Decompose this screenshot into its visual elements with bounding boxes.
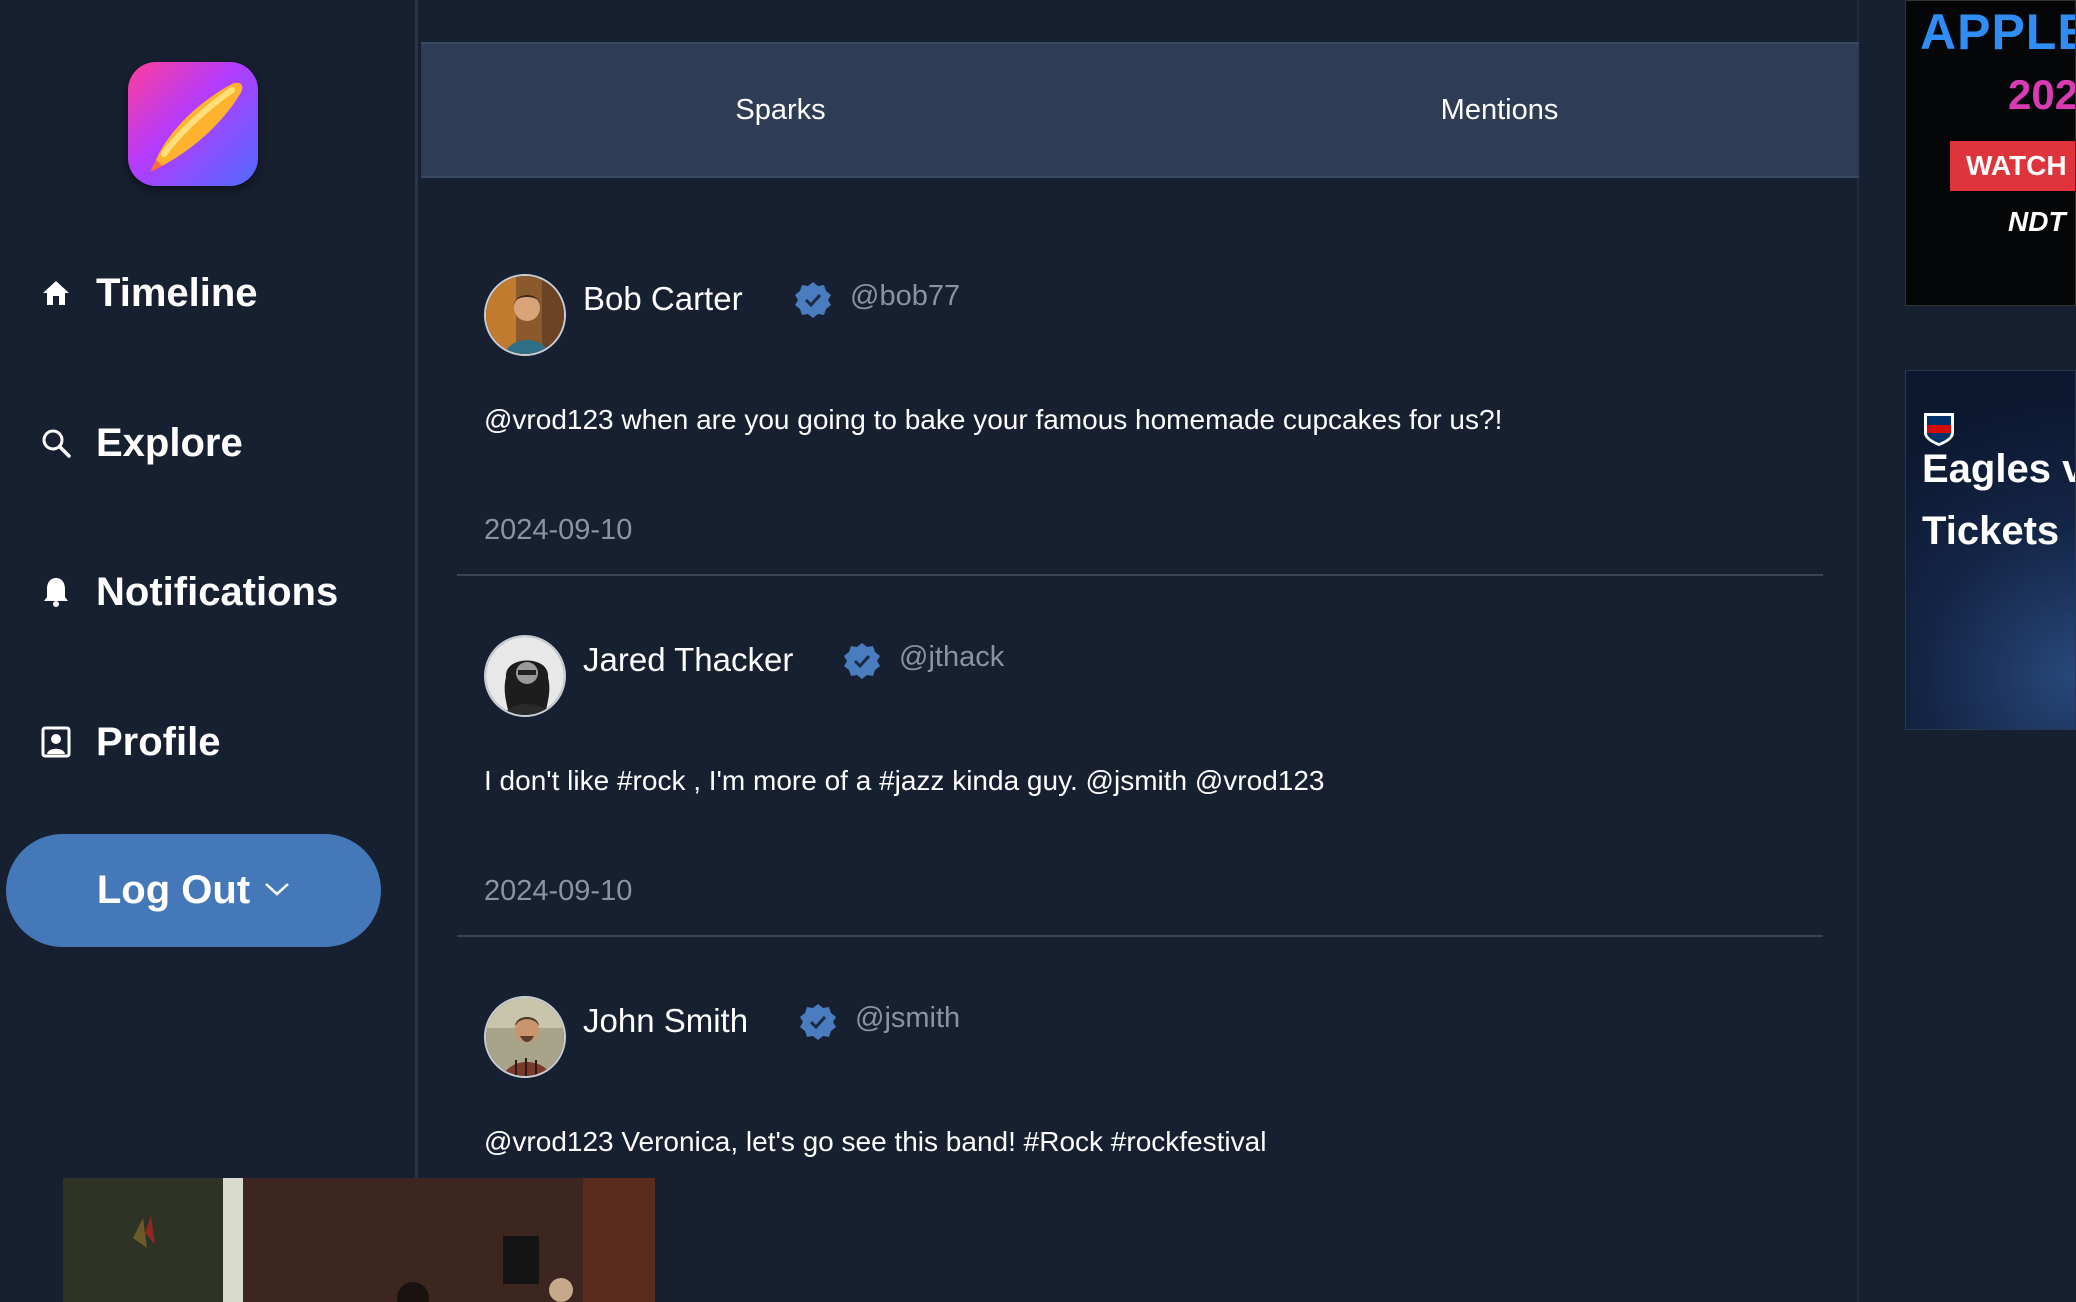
post-card[interactable]: Jared Thacker @jthack I don't like #rock…	[457, 575, 1823, 937]
feed-tabs: Sparks Mentions	[421, 42, 1859, 178]
logout-label: Log Out	[96, 868, 251, 912]
ad-watch-label: WATCH	[1966, 150, 2067, 181]
nav-profile[interactable]: Profile	[38, 707, 220, 777]
post-author-handle[interactable]: @bob77	[850, 280, 960, 313]
advertisement-banner[interactable]: Eagles v Tickets	[1905, 370, 2076, 730]
ad-brand-logo: NDT	[2008, 206, 2066, 237]
post-author-handle[interactable]: @jthack	[899, 641, 1004, 674]
nfl-logo-icon	[1922, 409, 1956, 447]
nav-notifications-label: Notifications	[96, 569, 339, 614]
chevron-down-icon	[264, 881, 290, 900]
sidebar: Timeline Explore Notifications Profile L…	[0, 0, 418, 1302]
ad-subheadline: 202	[2008, 71, 2076, 118]
ad-subheadline: Tickets	[1922, 509, 2060, 553]
post-card[interactable]: Bob Carter @bob77 @vrod123 when are you …	[457, 214, 1823, 576]
avatar[interactable]	[484, 635, 566, 717]
nav-profile-label: Profile	[96, 719, 221, 764]
nav-explore-label: Explore	[96, 420, 243, 465]
ad-headline: Eagles v	[1922, 447, 2076, 491]
post-text: I don't like #rock , I'm more of a #jazz…	[484, 765, 1325, 796]
ad-watch-button[interactable]: WATCH	[1950, 141, 2075, 191]
nav-timeline-label: Timeline	[96, 270, 258, 315]
avatar[interactable]	[484, 274, 566, 356]
bell-icon	[38, 574, 74, 610]
app-root: Timeline Explore Notifications Profile L…	[0, 0, 2076, 1302]
profile-icon	[38, 724, 74, 760]
avatar[interactable]	[484, 996, 566, 1078]
post-text: @vrod123 Veronica, let's go see this ban…	[484, 1126, 1267, 1157]
nav-explore[interactable]: Explore	[38, 408, 243, 478]
post-image[interactable]	[63, 1178, 655, 1302]
advertisement-banner[interactable]: APPLE I 202 WATCH NDT	[1905, 0, 2076, 306]
verified-badge-icon	[798, 1002, 838, 1042]
tab-mentions[interactable]: Mentions	[1140, 44, 1859, 176]
logout-button[interactable]: Log Out	[6, 834, 381, 947]
ad-headline: APPLE I	[1920, 4, 2076, 60]
post-card[interactable]: John Smith @jsmith @vrod123 Veronica, le…	[457, 936, 1823, 1298]
post-author-handle[interactable]: @jsmith	[855, 1002, 960, 1035]
tab-sparks[interactable]: Sparks	[421, 44, 1140, 176]
verified-badge-icon	[842, 641, 882, 681]
nav-notifications[interactable]: Notifications	[38, 557, 338, 627]
post-author-name[interactable]: Jared Thacker	[583, 641, 793, 679]
post-date: 2024-09-10	[484, 514, 633, 546]
nav-timeline[interactable]: Timeline	[38, 258, 258, 328]
post-author-name[interactable]: Bob Carter	[583, 280, 743, 318]
home-icon	[38, 275, 74, 311]
post-author-name[interactable]: John Smith	[583, 1002, 748, 1040]
feed: Sparks Mentions Bob Carter @bob77 @vrod1…	[421, 0, 1859, 1302]
post-date: 2024-09-10	[484, 875, 633, 907]
verified-badge-icon	[793, 280, 833, 320]
post-text: @vrod123 when are you going to bake your…	[484, 404, 1503, 435]
app-logo[interactable]	[128, 62, 258, 186]
search-icon	[38, 425, 74, 461]
